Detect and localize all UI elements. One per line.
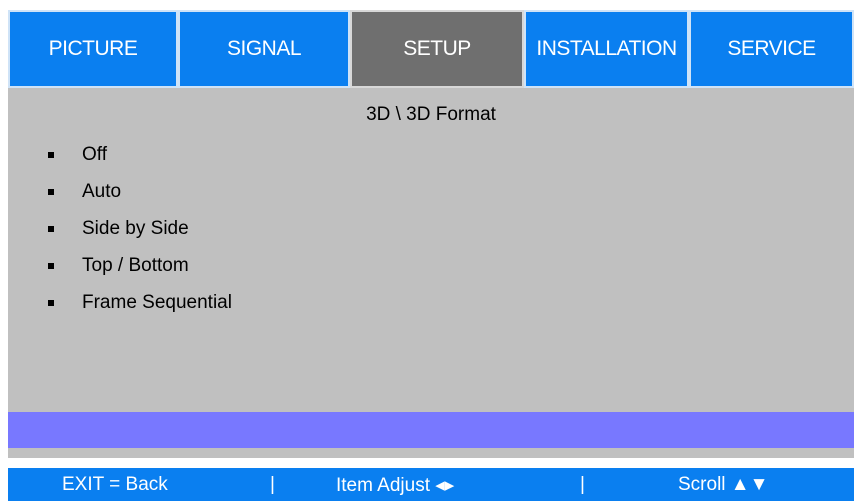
tab-service[interactable]: SERVICE [689, 10, 854, 88]
page-title: 3D \ 3D Format [366, 104, 496, 125]
option-label: Top / Bottom [82, 254, 189, 276]
separator: | [270, 474, 275, 495]
option-label: Auto [82, 180, 122, 202]
bullet-icon [48, 188, 54, 195]
option-frame-sequential[interactable]: Frame Sequential [48, 284, 232, 321]
tab-setup[interactable]: SETUP [350, 10, 524, 88]
bullet-icon [48, 299, 54, 306]
osd-menu: PICTURE SIGNAL SETUP INSTALLATION SERVIC… [0, 0, 857, 501]
option-top-bottom[interactable]: Top / Bottom [48, 247, 232, 284]
option-auto[interactable]: Auto [48, 173, 232, 210]
scroll-hint: Scroll ▲▼ [678, 474, 769, 495]
option-label: Side by Side [82, 217, 189, 239]
tab-picture[interactable]: PICTURE [8, 10, 178, 88]
option-side-by-side[interactable]: Side by Side [48, 210, 232, 247]
menu-panel: 3D \ 3D Format Off Auto Side by Side Top… [8, 88, 854, 458]
bullet-icon [48, 151, 54, 158]
item-adjust-hint: Item Adjust ◂▸ [336, 475, 455, 496]
option-off[interactable]: Off [48, 136, 232, 173]
tab-signal[interactable]: SIGNAL [178, 10, 350, 88]
option-label: Frame Sequential [82, 291, 232, 313]
bullet-icon [48, 262, 54, 269]
exit-hint: EXIT = Back [62, 474, 168, 495]
selection-highlight-bar [8, 412, 854, 448]
option-label: Off [82, 143, 107, 165]
option-list: Off Auto Side by Side Top / Bottom Frame… [48, 136, 232, 321]
bullet-icon [48, 225, 54, 232]
tab-installation[interactable]: INSTALLATION [524, 10, 689, 88]
tab-bar: PICTURE SIGNAL SETUP INSTALLATION SERVIC… [8, 10, 854, 88]
footer-hint-bar: EXIT = Back | Item Adjust ◂▸ | Scroll ▲▼ [8, 468, 854, 501]
separator: | [580, 474, 585, 495]
